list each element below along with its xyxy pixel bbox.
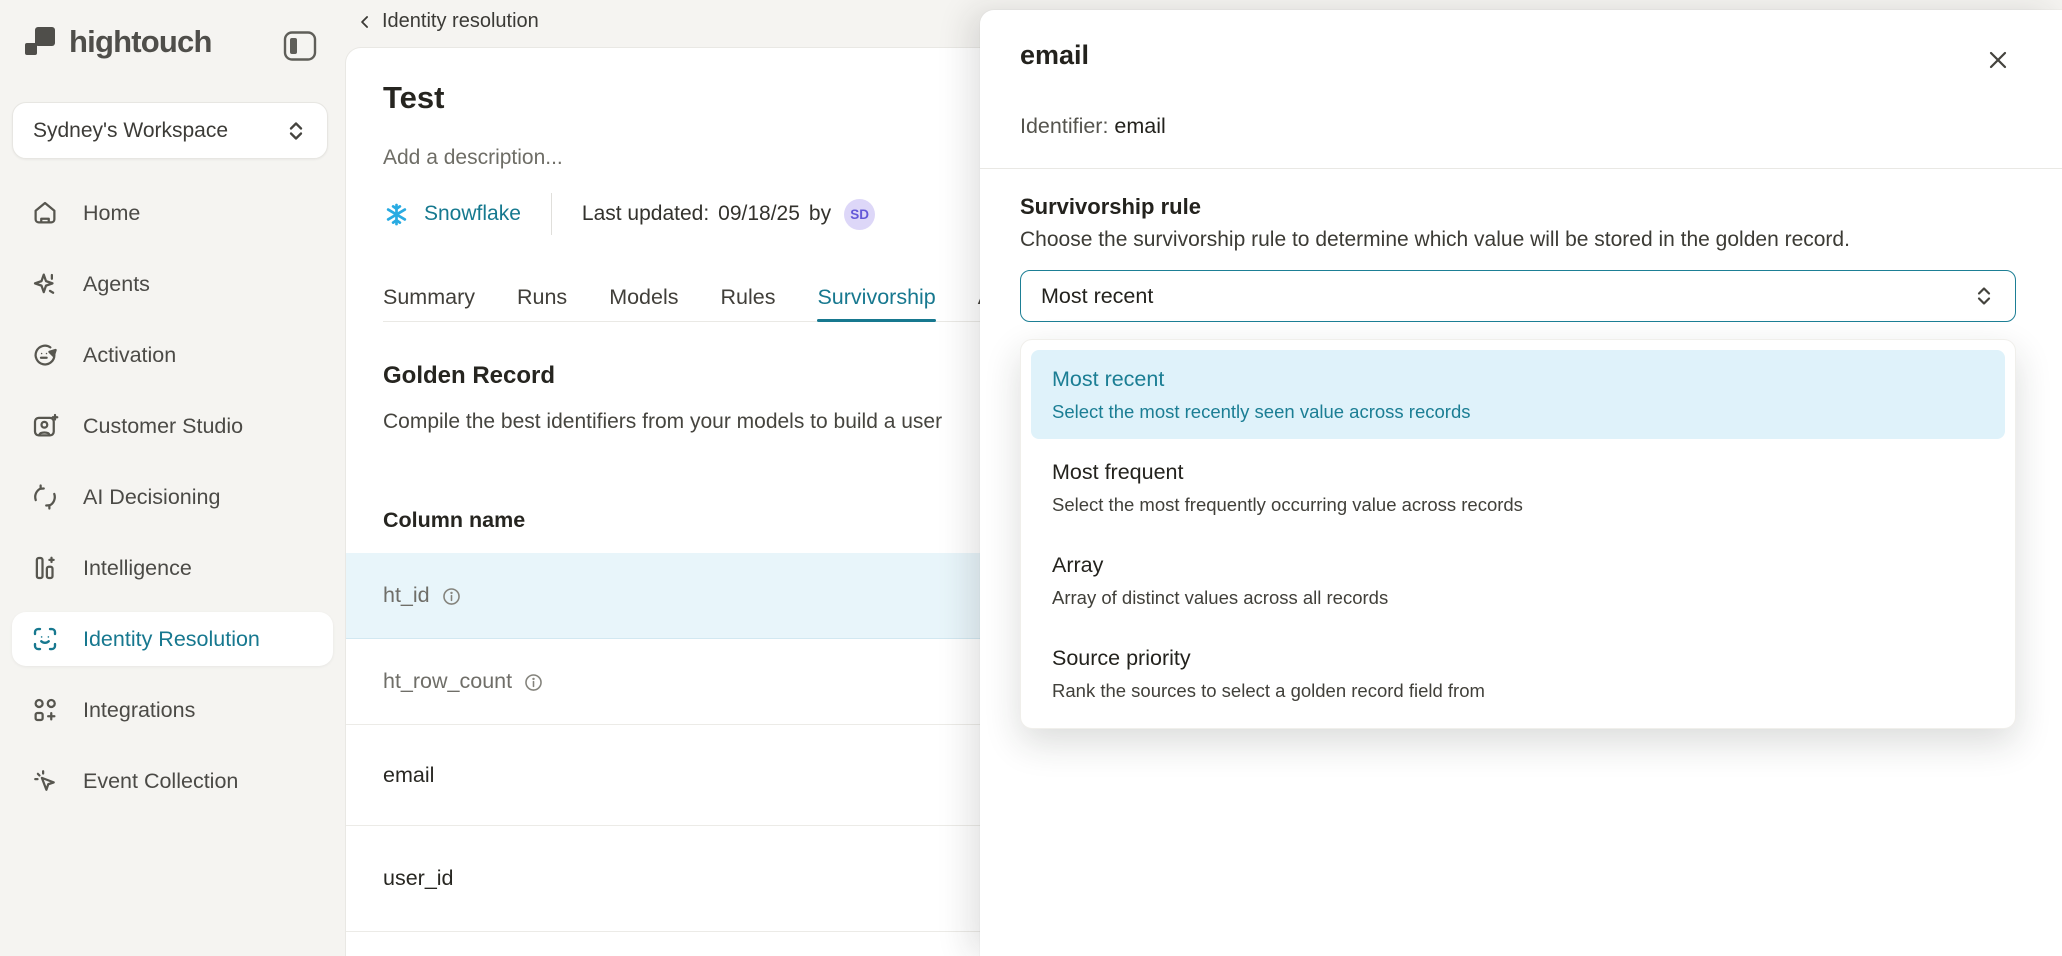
- avatar: SD: [844, 199, 875, 230]
- option-title: Source priority: [1052, 644, 1984, 672]
- sidebar-item-ai-decisioning[interactable]: AI Decisioning: [12, 470, 333, 524]
- sidebar-item-label: Integrations: [83, 698, 195, 723]
- sidebar-item-label: Activation: [83, 343, 176, 368]
- agents-icon: [30, 269, 60, 299]
- option-description: Select the most recently seen value acro…: [1052, 400, 1984, 424]
- collapse-sidebar-button[interactable]: [283, 30, 317, 62]
- breadcrumb[interactable]: Identity resolution: [355, 10, 539, 33]
- option-source-priority[interactable]: Source priority Rank the sources to sele…: [1031, 629, 2005, 718]
- activation-icon: [30, 340, 60, 370]
- sidebar-item-label: Event Collection: [83, 769, 238, 794]
- divider: [980, 168, 2062, 169]
- integrations-icon: [30, 695, 60, 725]
- chevron-up-down-icon: [285, 119, 307, 143]
- tab-summary[interactable]: Summary: [383, 274, 475, 321]
- identifier-label: Identifier:: [1020, 114, 1108, 138]
- tab-runs[interactable]: Runs: [517, 274, 567, 321]
- logo-text: hightouch: [69, 24, 212, 60]
- identity-resolution-icon: [30, 624, 60, 654]
- option-array[interactable]: Array Array of distinct values across al…: [1031, 536, 2005, 625]
- sidebar-item-label: Intelligence: [83, 556, 192, 581]
- section-title: Golden Record: [383, 362, 555, 390]
- last-updated-date: 09/18/25: [718, 202, 800, 226]
- sidebar-item-customer-studio[interactable]: Customer Studio: [12, 399, 333, 453]
- row-label: ht_id: [383, 583, 430, 608]
- option-title: Array: [1052, 551, 1984, 579]
- sidebar-item-agents[interactable]: Agents: [12, 257, 333, 311]
- select-value: Most recent: [1041, 284, 1153, 309]
- snowflake-icon: [383, 201, 410, 228]
- option-description: Rank the sources to select a golden reco…: [1052, 679, 1984, 703]
- row-label: email: [383, 763, 434, 788]
- option-most-recent[interactable]: Most recent Select the most recently see…: [1031, 350, 2005, 439]
- source-name: Snowflake: [424, 202, 521, 226]
- survivorship-rule-select[interactable]: Most recent: [1020, 270, 2016, 322]
- option-title: Most recent: [1052, 365, 1984, 393]
- logo: hightouch: [22, 24, 212, 60]
- tab-survivorship[interactable]: Survivorship: [817, 274, 935, 321]
- tab-rules[interactable]: Rules: [721, 274, 776, 321]
- home-icon: [30, 198, 60, 228]
- hightouch-logo-icon: [22, 24, 58, 60]
- drawer-title: email: [1020, 40, 1089, 71]
- sidebar-item-label: Home: [83, 201, 140, 226]
- workspace-selector[interactable]: Sydney's Workspace: [12, 102, 328, 159]
- column-header: Column name: [383, 508, 525, 533]
- info-icon[interactable]: [441, 586, 462, 607]
- sidebar-item-label: AI Decisioning: [83, 485, 220, 510]
- tab-models[interactable]: Models: [609, 274, 678, 321]
- row-label: ht_row_count: [383, 669, 512, 694]
- chevron-up-down-icon: [1973, 283, 1995, 309]
- last-updated-label: Last updated:: [582, 202, 709, 226]
- description-placeholder[interactable]: Add a description...: [383, 146, 563, 170]
- option-title: Most frequent: [1052, 458, 1984, 486]
- select-dropdown-menu: Most recent Select the most recently see…: [1020, 339, 2016, 729]
- section-description: Compile the best identifiers from your m…: [383, 410, 942, 434]
- close-icon: [1984, 46, 2016, 74]
- info-icon[interactable]: [523, 672, 544, 693]
- option-most-frequent[interactable]: Most frequent Select the most frequently…: [1031, 443, 2005, 532]
- sidebar-item-home[interactable]: Home: [12, 186, 333, 240]
- sidebar-nav: Home Agents Activation Customer Studio: [12, 186, 333, 808]
- ai-decisioning-icon: [30, 482, 60, 512]
- option-description: Select the most frequently occurring val…: [1052, 493, 1984, 517]
- collapse-sidebar-icon: [283, 30, 317, 62]
- app-window: hightouch Sydney's Workspace Home: [0, 0, 2062, 956]
- sidebar: hightouch Sydney's Workspace Home: [0, 0, 345, 956]
- breadcrumb-label: Identity resolution: [382, 10, 539, 33]
- identifier-line: Identifier: email: [1020, 114, 1166, 139]
- sidebar-item-label: Customer Studio: [83, 414, 243, 439]
- sidebar-item-event-collection[interactable]: Event Collection: [12, 754, 333, 808]
- customer-studio-icon: [30, 411, 60, 441]
- sidebar-item-identity-resolution[interactable]: Identity Resolution: [12, 612, 333, 666]
- identifier-drawer: email Identifier: email Survivorship rul…: [980, 10, 2062, 956]
- source-link[interactable]: Snowflake: [383, 201, 521, 228]
- identifier-value: email: [1114, 114, 1165, 138]
- sidebar-item-label: Identity Resolution: [83, 627, 260, 652]
- option-description: Array of distinct values across all reco…: [1052, 586, 1984, 610]
- rule-label: Survivorship rule: [1020, 194, 1201, 220]
- sidebar-item-activation[interactable]: Activation: [12, 328, 333, 382]
- meta-divider: [551, 193, 552, 235]
- rule-description: Choose the survivorship rule to determin…: [1020, 228, 1850, 252]
- sidebar-item-intelligence[interactable]: Intelligence: [12, 541, 333, 595]
- intelligence-icon: [30, 553, 60, 583]
- event-collection-icon: [30, 766, 60, 796]
- row-label: user_id: [383, 866, 454, 891]
- last-updated: Last updated: 09/18/25 by SD: [582, 199, 875, 230]
- close-button[interactable]: [1984, 44, 2016, 76]
- workspace-label: Sydney's Workspace: [33, 119, 228, 143]
- page-title: Test: [383, 80, 444, 116]
- chevron-left-icon: [355, 12, 375, 32]
- last-updated-by: by: [809, 202, 831, 226]
- sidebar-item-label: Agents: [83, 272, 150, 297]
- sidebar-item-integrations[interactable]: Integrations: [12, 683, 333, 737]
- meta-row: Snowflake Last updated: 09/18/25 by SD: [383, 192, 875, 236]
